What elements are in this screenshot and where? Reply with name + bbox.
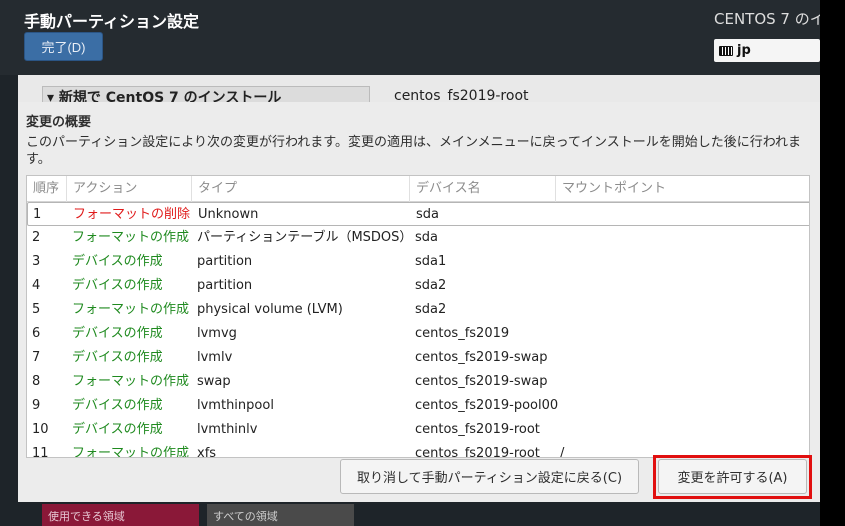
row-device: sda bbox=[416, 207, 439, 222]
row-mountpoint bbox=[560, 394, 760, 418]
table-row[interactable]: 9 デバイスの作成 lvmthinpool centos_fs2019-pool… bbox=[27, 394, 809, 418]
row-order: 4 bbox=[32, 278, 41, 293]
table-row[interactable]: 4 デバイスの作成 partition sda2 bbox=[27, 274, 809, 298]
row-action: デバイスの作成 bbox=[72, 254, 163, 269]
row-mountpoint bbox=[560, 346, 760, 370]
row-type: lvmlv bbox=[197, 350, 233, 365]
summary-of-changes-dialog: 変更の概要 このパーティション設定により次の変更が行われます。変更の適用は、メイ… bbox=[18, 102, 820, 502]
row-device: sda2 bbox=[415, 302, 447, 317]
row-action: フォーマットの作成 bbox=[72, 446, 190, 458]
table-row[interactable]: 1 フォーマットの削除 Unknown sda bbox=[27, 202, 809, 227]
product-title: CENTOS 7 のイ bbox=[714, 10, 820, 28]
row-type: lvmthinlv bbox=[197, 422, 258, 437]
row-type: physical volume (LVM) bbox=[197, 302, 343, 317]
row-order: 2 bbox=[32, 230, 41, 245]
table-row[interactable]: 5 フォーマットの作成 physical volume (LVM) sda2 bbox=[27, 298, 809, 322]
row-action: デバイスの作成 bbox=[72, 326, 163, 341]
row-action: フォーマットの作成 bbox=[72, 230, 190, 245]
row-order: 7 bbox=[32, 350, 41, 365]
row-mountpoint bbox=[561, 203, 761, 227]
row-device: sda2 bbox=[415, 278, 447, 293]
row-action: フォーマットの作成 bbox=[72, 302, 190, 317]
row-mountpoint bbox=[560, 250, 760, 274]
dialog-title: 変更の概要 bbox=[26, 115, 92, 130]
row-mountpoint bbox=[560, 298, 760, 322]
row-mountpoint bbox=[560, 418, 760, 442]
row-type: partition bbox=[197, 278, 253, 293]
row-device: centos_fs2019-swap bbox=[415, 350, 548, 365]
row-device: centos_fs2019-root bbox=[415, 446, 540, 458]
row-device: centos_fs2019-swap bbox=[415, 374, 548, 389]
row-type: xfs bbox=[197, 446, 217, 458]
row-action: デバイスの作成 bbox=[72, 422, 163, 437]
column-header-action[interactable]: アクション bbox=[67, 176, 192, 202]
row-order: 9 bbox=[32, 398, 41, 413]
keyboard-layout-label: jp bbox=[737, 43, 751, 58]
table-row[interactable]: 8 フォーマットの作成 swap centos_fs2019-swap bbox=[27, 370, 809, 394]
row-order: 1 bbox=[33, 207, 42, 222]
row-action: フォーマットの削除 bbox=[73, 207, 191, 222]
row-order: 8 bbox=[32, 374, 41, 389]
row-device: centos_fs2019-pool00 bbox=[415, 398, 559, 413]
row-order: 11 bbox=[32, 446, 49, 458]
accept-changes-button[interactable]: 変更を許可する(A) bbox=[658, 459, 807, 494]
installer-header: 手動パーティション設定 完了(D) CENTOS 7 のイ jp bbox=[0, 0, 820, 75]
screen-edge bbox=[820, 0, 845, 526]
row-mountpoint bbox=[560, 370, 760, 394]
table-row[interactable]: 7 デバイスの作成 lvmlv centos_fs2019-swap bbox=[27, 346, 809, 370]
row-order: 5 bbox=[32, 302, 41, 317]
column-header-order[interactable]: 順序 bbox=[27, 176, 67, 202]
row-action: デバイスの作成 bbox=[72, 278, 163, 293]
row-order: 3 bbox=[32, 254, 41, 269]
row-order: 6 bbox=[32, 326, 41, 341]
row-action: デバイスの作成 bbox=[72, 398, 163, 413]
row-device: sda bbox=[415, 230, 438, 245]
keyboard-layout-indicator[interactable]: jp bbox=[714, 39, 820, 62]
available-space-label: 使用できる領域 bbox=[42, 504, 199, 526]
row-device: sda1 bbox=[415, 254, 447, 269]
keyboard-icon bbox=[719, 45, 733, 56]
column-header-type[interactable]: タイプ bbox=[192, 176, 410, 202]
row-type: パーティションテーブル（MSDOS） bbox=[197, 230, 412, 245]
row-type: swap bbox=[197, 374, 231, 389]
table-row[interactable]: 6 デバイスの作成 lvmvg centos_fs2019 bbox=[27, 322, 809, 346]
column-header-device[interactable]: デバイス名 bbox=[410, 176, 556, 202]
dialog-description: このパーティション設定により次の変更が行われます。変更の適用は、メインメニューに… bbox=[26, 135, 802, 167]
row-type: partition bbox=[197, 254, 253, 269]
row-mountpoint bbox=[560, 226, 760, 250]
total-space-label: すべての領域 bbox=[207, 504, 354, 526]
changes-table[interactable]: 順序 アクション タイプ デバイス名 マウントポイント 1 フォーマットの削除 … bbox=[26, 175, 810, 458]
table-row[interactable]: 2 フォーマットの作成 パーティションテーブル（MSDOS） sda bbox=[27, 226, 809, 250]
cancel-and-return-button[interactable]: 取り消して手動パーティション設定に戻る(C) bbox=[340, 459, 639, 494]
row-type: lvmthinpool bbox=[197, 398, 274, 413]
row-order: 10 bbox=[32, 422, 49, 437]
row-mountpoint bbox=[560, 322, 760, 346]
table-row[interactable]: 3 デバイスの作成 partition sda1 bbox=[27, 250, 809, 274]
page-title: 手動パーティション設定 bbox=[24, 12, 200, 31]
row-device: centos_fs2019 bbox=[415, 326, 510, 341]
table-row[interactable]: 10 デバイスの作成 lvmthinlv centos_fs2019-root bbox=[27, 418, 809, 442]
column-header-mountpoint[interactable]: マウントポイント bbox=[556, 176, 809, 202]
row-action: フォーマットの作成 bbox=[72, 374, 190, 389]
row-action: デバイスの作成 bbox=[72, 350, 163, 365]
row-device: centos_fs2019-root bbox=[415, 422, 540, 437]
row-type: lvmvg bbox=[197, 326, 237, 341]
row-mountpoint bbox=[560, 274, 760, 298]
done-button[interactable]: 完了(D) bbox=[24, 32, 103, 61]
row-type: Unknown bbox=[198, 207, 259, 222]
table-header: 順序 アクション タイプ デバイス名 マウントポイント bbox=[27, 176, 809, 202]
